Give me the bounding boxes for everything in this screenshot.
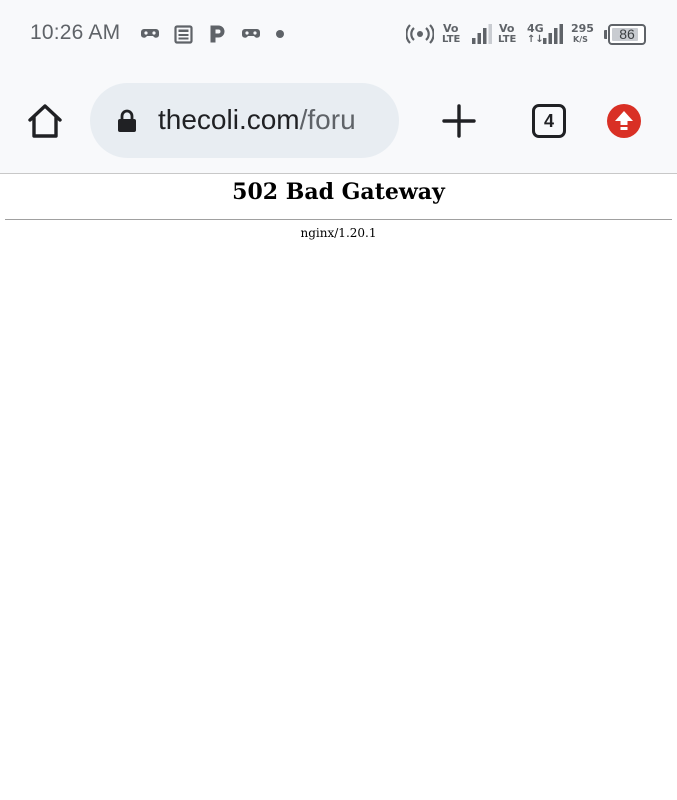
- new-tab-button[interactable]: [441, 103, 477, 139]
- web-page: 502 Bad Gateway nginx/1.20.1: [0, 175, 677, 800]
- volte-label-sim1: Vo: [443, 22, 459, 35]
- wifi-calling-icon: [406, 24, 434, 44]
- volte-label-sim2: Vo: [499, 22, 515, 35]
- url-path: /foru: [299, 104, 356, 135]
- home-icon: [28, 104, 62, 138]
- url-host: thecoli.com: [158, 104, 300, 135]
- home-button[interactable]: [26, 102, 64, 140]
- plus-icon: [442, 104, 476, 138]
- battery-icon: 86: [604, 24, 646, 45]
- dot-icon: [276, 30, 284, 38]
- p-app-icon: [209, 24, 226, 44]
- update-button[interactable]: [607, 104, 641, 138]
- game-controller-icon: [141, 27, 159, 41]
- page-title: 502 Bad Gateway: [232, 179, 445, 205]
- horizontal-rule: [5, 219, 672, 220]
- net-speed-unit: K/S: [573, 35, 588, 44]
- arrow-up-icon: [615, 111, 633, 130]
- signal-icon-sim2: [543, 24, 563, 44]
- lte-label-sim2: LTE: [498, 34, 517, 45]
- signal-icon-sim1: [472, 24, 492, 44]
- url-text[interactable]: thecoli.com/foru: [158, 102, 356, 138]
- status-bar: 10:26 AM Vo LTE Vo LTE 4G ↑↓ 295 K/S 86: [0, 0, 677, 68]
- server-signature: nginx/1.20.1: [300, 226, 377, 240]
- lte-label-sim1: LTE: [442, 34, 461, 45]
- game-controller-icon: [242, 27, 260, 41]
- tab-switcher-button[interactable]: 4: [532, 104, 566, 138]
- browser-toolbar: thecoli.com/foru 4: [0, 68, 677, 174]
- net-speed-value: 295: [571, 22, 594, 35]
- address-bar[interactable]: thecoli.com/foru: [90, 83, 399, 158]
- news-icon: [174, 25, 193, 44]
- tab-count: 4: [543, 111, 554, 131]
- network-type-label: 4G: [527, 22, 544, 35]
- lock-icon[interactable]: [117, 109, 137, 138]
- battery-level-text: 86: [619, 26, 635, 42]
- status-time: 10:26 AM: [30, 21, 121, 44]
- battery-tip: [604, 30, 607, 39]
- data-arrows-icon: ↑↓: [527, 34, 544, 45]
